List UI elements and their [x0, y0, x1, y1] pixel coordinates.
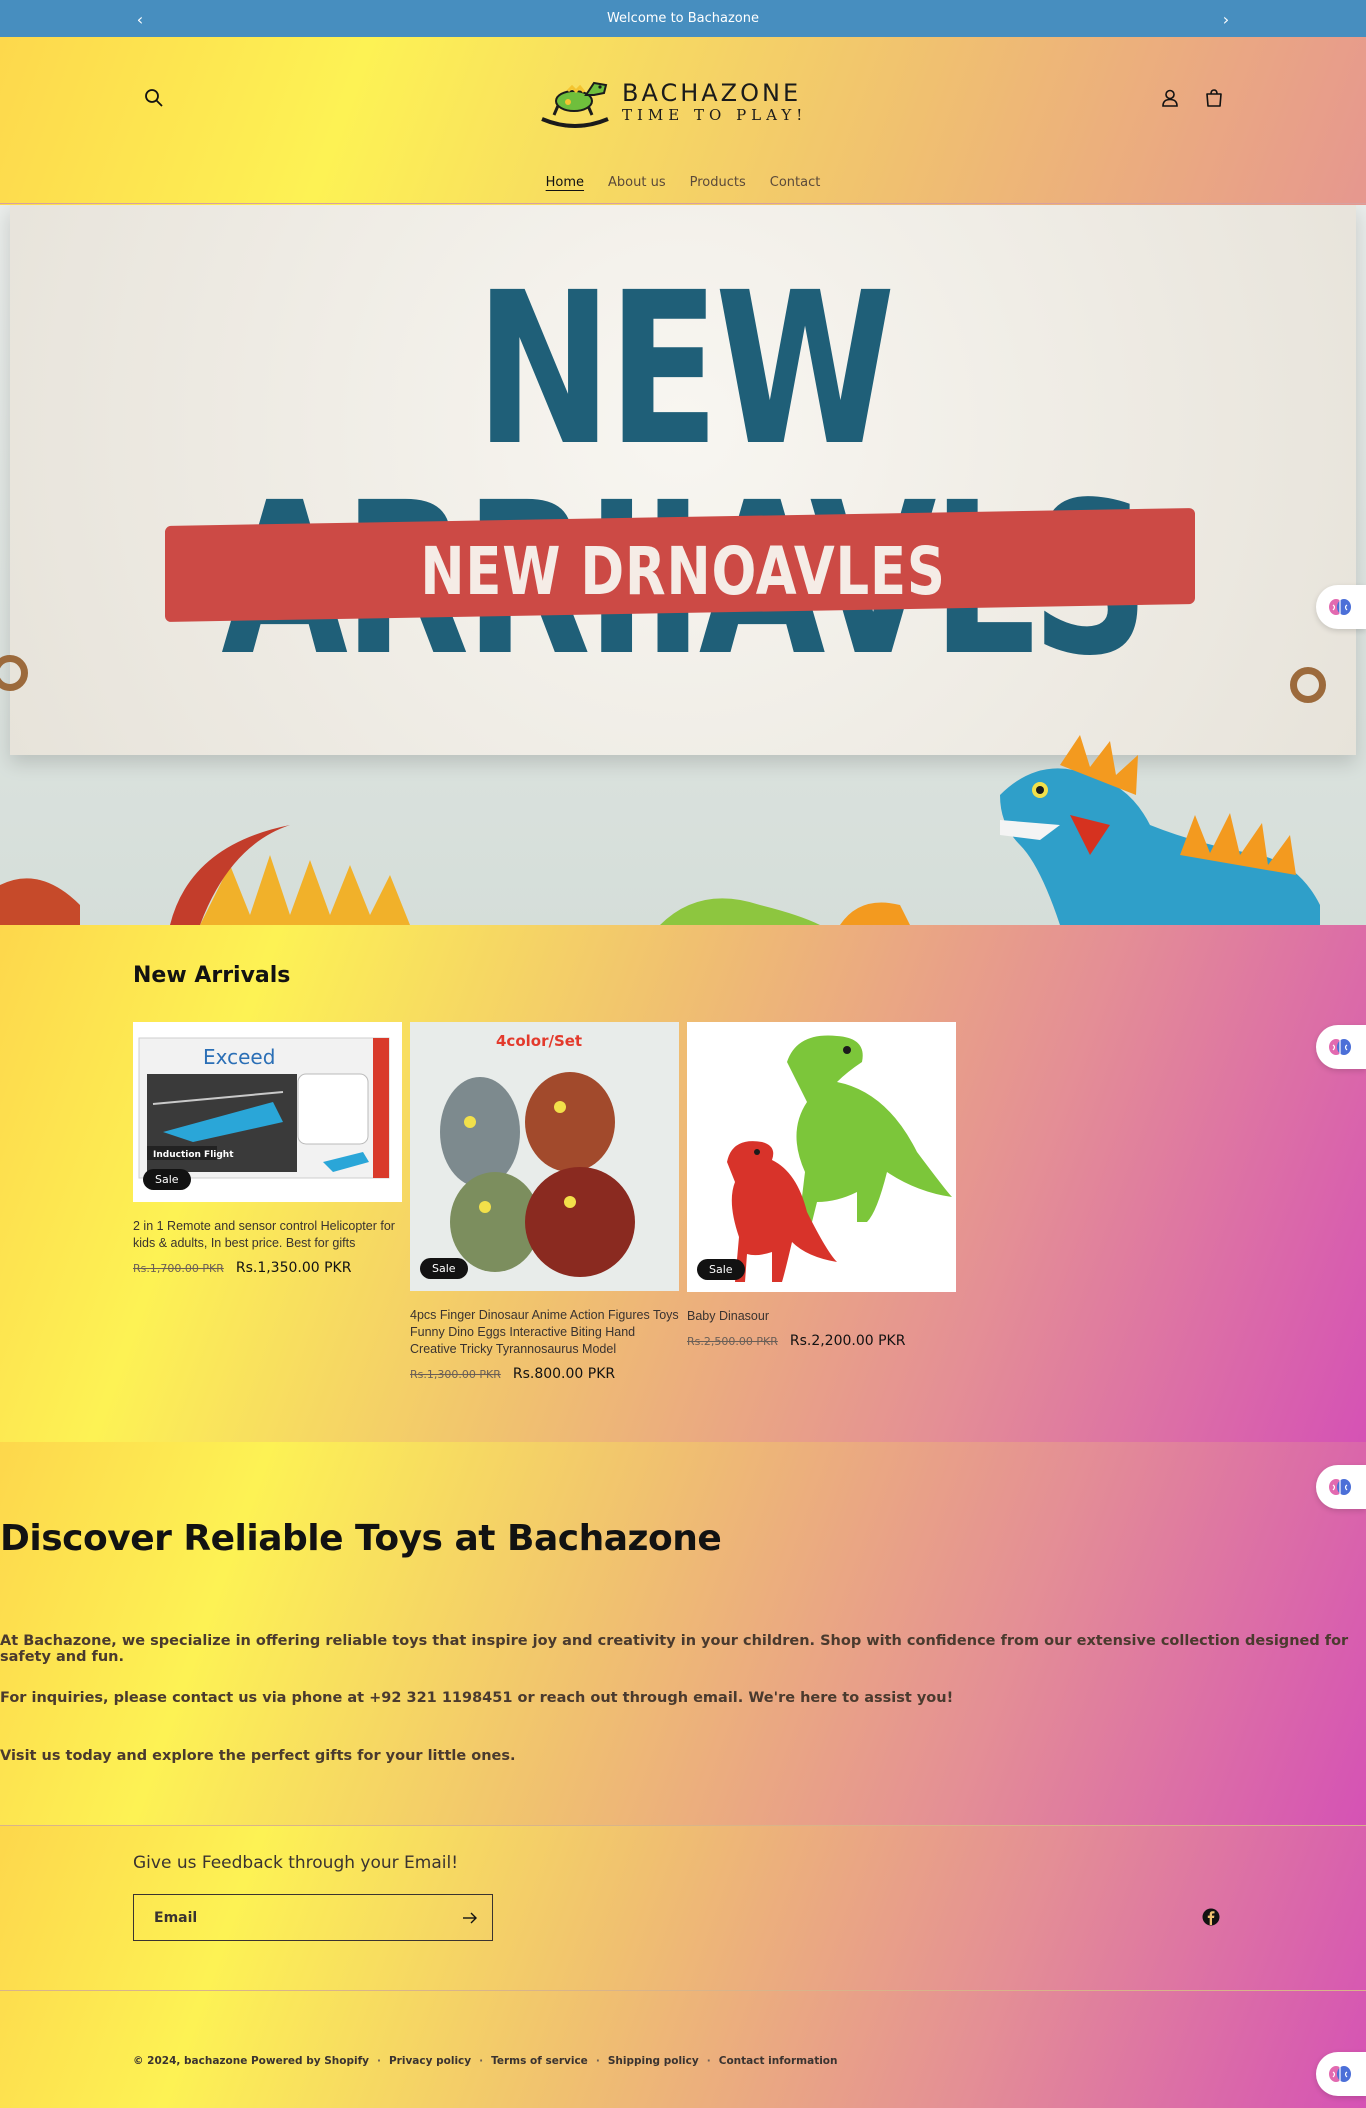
privacy-policy-link[interactable]: Privacy policy — [389, 2055, 471, 2067]
sale-badge: Sale — [697, 1259, 745, 1280]
site-logo[interactable]: BACHAZONE TIME TO PLAY! — [538, 75, 818, 129]
separator-dot: · — [706, 2055, 711, 2067]
hero-banner-image: NEW ARRIIAVLS NEW DRNOAVLES — [0, 205, 1366, 925]
copyright-text: © 2024, bachazone Powered by Shopify — [133, 2055, 369, 2067]
separator-dot: · — [479, 2055, 484, 2067]
product-card[interactable]: Induction Flight Exceed Sale 2 in 1 Remo… — [133, 1022, 402, 1276]
product-old-price: Rs.1,700.00 PKR — [133, 1262, 224, 1275]
floating-widget-button[interactable] — [1316, 1025, 1366, 1069]
arrow-right-icon — [463, 1912, 477, 1923]
main-nav: Home About us Products Contact — [0, 173, 1366, 192]
logo-title: BACHAZONE — [622, 79, 802, 107]
logo-tagline: TIME TO PLAY! — [622, 106, 808, 124]
footer-divider — [0, 1990, 1366, 1991]
box-subtext: Induction Flight — [153, 1150, 234, 1160]
new-arrivals-section: New Arrivals Induction Flight Exceed Sal… — [0, 925, 1366, 1442]
chevron-left-icon[interactable]: ‹ — [130, 9, 150, 29]
floating-widget-button[interactable] — [1316, 585, 1366, 629]
account-icon[interactable] — [1154, 82, 1186, 114]
product-image: Induction Flight Exceed Sale — [133, 1022, 402, 1202]
announcement-text: Welcome to Bachazone — [606, 11, 760, 26]
separator-dot: · — [376, 2055, 381, 2067]
product-image: 4color/Set Sale — [410, 1022, 679, 1291]
product-image: Sale — [687, 1022, 956, 1292]
discover-heading: Discover Reliable Toys at Bachazone — [0, 1518, 722, 1559]
banner-cloth: NEW ARRIIAVLS NEW DRNOAVLES — [10, 205, 1356, 755]
brain-icon — [1329, 599, 1351, 615]
brain-icon — [1329, 1479, 1351, 1495]
terms-of-service-link[interactable]: Terms of service — [491, 2055, 588, 2067]
site-footer: Give us Feedback through your Email! © 2… — [0, 1825, 1366, 2108]
sale-badge: Sale — [420, 1258, 468, 1279]
rocking-horse-logo-icon — [541, 81, 609, 128]
image-caption: 4color/Set — [496, 1032, 582, 1050]
product-sale-price: Rs.1,350.00 PKR — [235, 1260, 352, 1276]
nav-contact[interactable]: Contact — [770, 173, 821, 192]
newsletter-form — [133, 1894, 493, 1941]
product-old-price: Rs.1,300.00 PKR — [410, 1368, 501, 1381]
discover-section: Discover Reliable Toys at Bachazone At B… — [0, 1442, 1366, 1825]
contact-information-link[interactable]: Contact information — [719, 2055, 838, 2067]
product-card[interactable]: 4color/Set Sale 4pcs Finger Dinosaur Ani… — [410, 1022, 679, 1382]
nav-home[interactable]: Home — [546, 173, 584, 192]
discover-paragraph-3: Visit us today and explore the perfect g… — [0, 1748, 516, 1764]
subscribe-arrow-button[interactable] — [448, 1895, 492, 1940]
product-price: Rs.1,700.00 PKR Rs.1,350.00 PKR — [133, 1260, 402, 1276]
separator-dot: · — [595, 2055, 600, 2067]
red-dinosaur-tail — [170, 825, 290, 925]
box-brand-text: Exceed — [203, 1045, 275, 1069]
email-input[interactable] — [134, 1895, 448, 1940]
shipping-policy-link[interactable]: Shipping policy — [608, 2055, 699, 2067]
floating-widget-button[interactable] — [1316, 1465, 1366, 1509]
search-icon[interactable] — [138, 82, 170, 114]
brain-icon — [1329, 2066, 1351, 2082]
discover-paragraph-2: For inquiries, please contact us via pho… — [0, 1690, 954, 1706]
nav-about-us[interactable]: About us — [608, 173, 666, 192]
floating-widget-button[interactable] — [1316, 2052, 1366, 2096]
sale-badge: Sale — [143, 1169, 191, 1190]
brain-icon — [1329, 1039, 1351, 1055]
product-title[interactable]: 4pcs Finger Dinosaur Anime Action Figure… — [410, 1307, 679, 1358]
cart-icon[interactable] — [1198, 82, 1230, 114]
finger-dinosaurs-image: 4color/Set — [410, 1022, 679, 1291]
section-title: New Arrivals — [133, 963, 291, 988]
baby-dinosaur-image — [727, 1035, 952, 1282]
banner-subtitle: NEW DRNOAVLES — [420, 533, 946, 610]
product-sale-price: Rs.800.00 PKR — [512, 1366, 616, 1382]
facebook-icon[interactable] — [1202, 1908, 1222, 1928]
chevron-right-icon[interactable]: › — [1216, 9, 1236, 29]
newsletter-title: Give us Feedback through your Email! — [133, 1853, 459, 1873]
announcement-bar: ‹ Welcome to Bachazone › — [0, 0, 1366, 37]
product-title[interactable]: 2 in 1 Remote and sensor control Helicop… — [133, 1218, 402, 1252]
product-old-price: Rs.2,500.00 PKR — [687, 1335, 778, 1348]
product-sale-price: Rs.2,200.00 PKR — [789, 1333, 906, 1349]
site-header: BACHAZONE TIME TO PLAY! Home About us Pr… — [0, 37, 1366, 204]
footer-copyright-row: © 2024, bachazone Powered by Shopify · P… — [133, 2055, 838, 2067]
discover-paragraph-1: At Bachazone, we specialize in offering … — [0, 1633, 1349, 1665]
nav-products[interactable]: Products — [690, 173, 746, 192]
product-price: Rs.1,300.00 PKR Rs.800.00 PKR — [410, 1366, 679, 1382]
banner-title: NEW ARRIIAVLS — [221, 247, 1149, 685]
product-title[interactable]: Baby Dinasour — [687, 1308, 956, 1325]
rope-right — [1290, 667, 1326, 703]
product-card[interactable]: Sale Baby Dinasour Rs.2,500.00 PKR Rs.2,… — [687, 1022, 956, 1349]
product-price: Rs.2,500.00 PKR Rs.2,200.00 PKR — [687, 1333, 956, 1349]
